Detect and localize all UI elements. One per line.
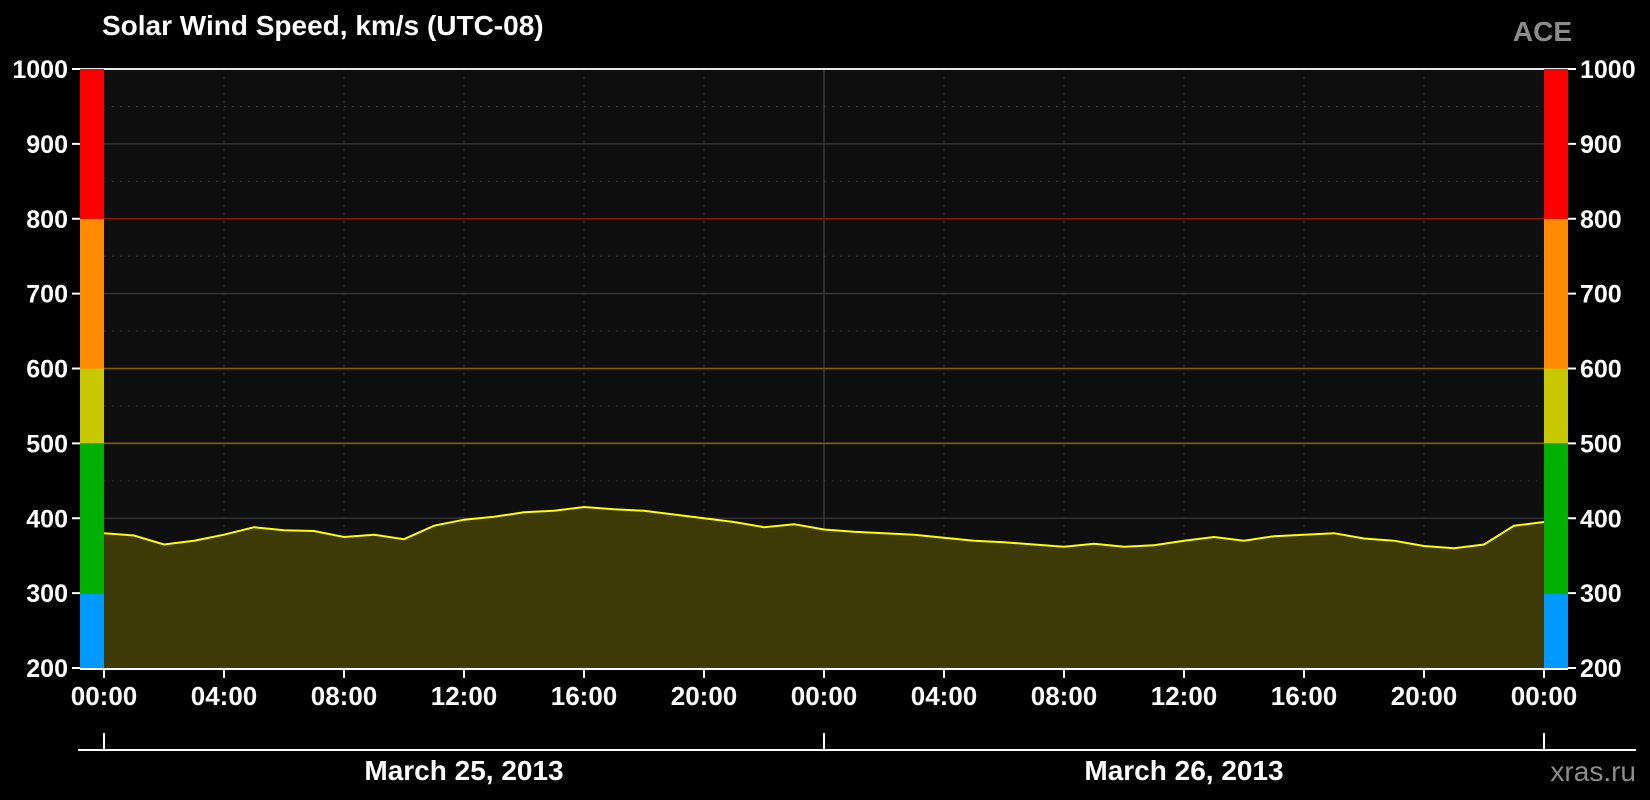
- x-tick-label: 00:00: [71, 681, 138, 711]
- x-tick-label: 04:00: [911, 681, 978, 711]
- y-tick-label-left: 500: [26, 430, 68, 458]
- x-tick-label: 04:00: [191, 681, 258, 711]
- y-tick-label-right: 600: [1580, 356, 1622, 384]
- scale-band-left: [80, 443, 104, 594]
- y-tick-label-right: 500: [1580, 430, 1622, 458]
- y-tick-label-left: 200: [26, 655, 68, 683]
- y-tick-label-right: 800: [1580, 206, 1622, 234]
- x-tick-label: 08:00: [1031, 681, 1098, 711]
- y-tick-label-right: 400: [1580, 505, 1622, 533]
- y-tick-label-right: 1000: [1580, 56, 1636, 84]
- scale-band-right: [1544, 593, 1568, 668]
- scale-band-left: [80, 368, 104, 444]
- y-tick-label-right: 700: [1580, 281, 1622, 309]
- scale-band-right: [1544, 368, 1568, 444]
- y-tick-label-left: 900: [26, 131, 68, 159]
- y-tick-label-right: 200: [1580, 655, 1622, 683]
- x-tick-label: 00:00: [791, 681, 858, 711]
- y-tick-label-left: 600: [26, 356, 68, 384]
- x-tick-label: 20:00: [671, 681, 738, 711]
- x-tick-label: 16:00: [551, 681, 618, 711]
- y-tick-label-left: 1000: [12, 56, 68, 84]
- y-tick-label-right: 300: [1580, 580, 1622, 608]
- x-tick-label: 08:00: [311, 681, 378, 711]
- scale-band-left: [80, 593, 104, 668]
- solar-wind-chart: 200 200 300 300 400 400 500 500 600 600 700 700 800 8…: [12, 56, 1636, 786]
- x-tick-label: 12:00: [431, 681, 498, 711]
- date-label: March 25, 2013: [364, 755, 563, 786]
- y-tick-label-left: 400: [26, 505, 68, 533]
- x-tick-label: 12:00: [1151, 681, 1218, 711]
- scale-band-left: [80, 69, 104, 219]
- scale-band-right: [1544, 69, 1568, 219]
- y-tick-label-left: 300: [26, 580, 68, 608]
- scale-band-right: [1544, 218, 1568, 369]
- scale-band-right: [1544, 443, 1568, 594]
- date-label: March 26, 2013: [1084, 755, 1283, 786]
- x-tick-label: 00:00: [1511, 681, 1578, 711]
- y-tick-label-right: 900: [1580, 131, 1622, 159]
- x-tick-label: 20:00: [1391, 681, 1458, 711]
- x-tick-label: 16:00: [1271, 681, 1338, 711]
- y-tick-label-left: 800: [26, 206, 68, 234]
- scale-band-left: [80, 218, 104, 369]
- y-tick-label-left: 700: [26, 281, 68, 309]
